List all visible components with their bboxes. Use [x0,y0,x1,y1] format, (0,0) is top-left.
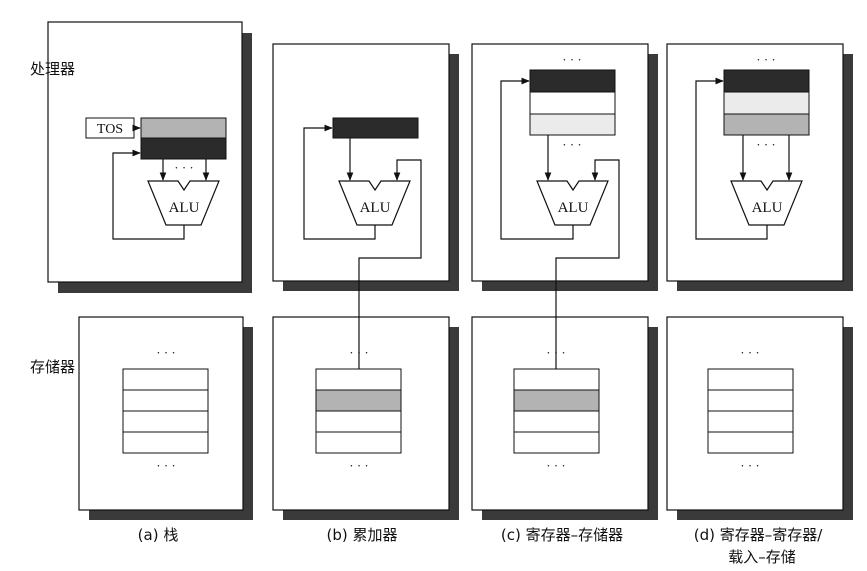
memory-ellipsis-bottom: · · · [740,458,760,473]
alu-label: ALU [360,200,391,216]
register-dark [723,69,810,93]
tos-label: TOS [97,122,123,137]
register-medium [723,113,810,136]
register-white [529,91,616,115]
stack-register-top [140,117,227,139]
register-ellipsis-top: · · · [562,52,582,67]
stack-ellipsis: · · · [174,160,194,175]
accumulator-register [332,117,419,139]
memory-ellipsis-top: · · · [740,345,760,360]
alu-label: ALU [169,200,200,216]
memory-ellipsis-bottom: · · · [156,458,176,473]
stack-register-next [140,137,227,160]
caption-d-line1: (d) 寄存器–寄存器/ [694,526,823,544]
alu-label: ALU [752,200,783,216]
memory-ellipsis-top: · · · [546,345,566,360]
caption-b: (b) 累加器 [327,526,398,544]
caption-a: (a) 栈 [138,526,179,544]
memory-label: 存储器 [30,358,75,376]
caption-c: (c) 寄存器–存储器 [501,526,623,544]
register-ellipsis-bottom: · · · [756,137,776,152]
memory-ellipsis-top: · · · [349,345,369,360]
register-light [723,91,810,115]
register-ellipsis-top: · · · [756,52,776,67]
memory-ellipsis-top: · · · [156,345,176,360]
processor-label: 处理器 [30,60,75,78]
register-dark [529,69,616,93]
register-light [529,113,616,136]
processor-panel-b [272,43,459,291]
caption-d-line2: 载入–存储 [728,548,796,566]
memory-operand-cell [513,389,600,412]
memory-operand-cell [315,389,402,412]
alu-label: ALU [558,200,589,216]
architecture-comparison-diagram: 处理器 存储器 TOS · · · ALU ALU · · · · · · AL… [30,21,853,566]
memory-ellipsis-bottom: · · · [349,458,369,473]
memory-ellipsis-bottom: · · · [546,458,566,473]
register-ellipsis-bottom: · · · [562,137,582,152]
